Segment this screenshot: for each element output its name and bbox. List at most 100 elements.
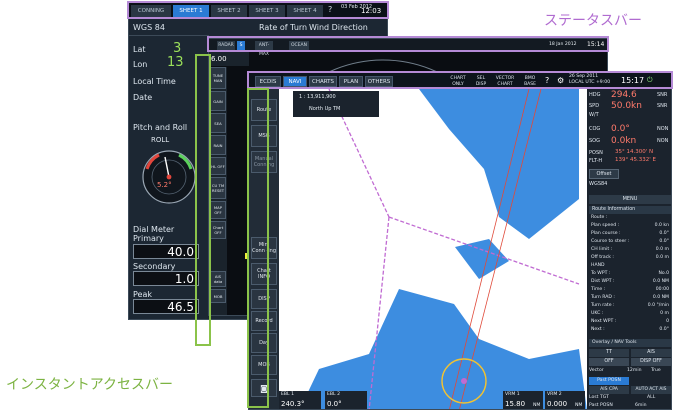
- tab-others[interactable]: OTHERS: [365, 76, 393, 87]
- route-info-row: Plan course : 0.0°: [589, 231, 671, 239]
- rate-of-turn-label: Rate of Turn: [259, 23, 308, 32]
- mob-button[interactable]: MOB: [251, 355, 277, 375]
- peak-label: Peak: [133, 290, 152, 299]
- vrm1[interactable]: VRM 1 15.80 NM: [503, 391, 543, 409]
- orientation: North Up TM: [309, 106, 341, 112]
- ebl1[interactable]: EBL 1 240.3°: [279, 391, 321, 409]
- radar-mode-button[interactable]: RADAR: [217, 41, 235, 50]
- ecdis-window: ECDIS NAVI CHARTS PLAN OTHERS CHART ONLY…: [248, 72, 672, 410]
- radar-mob-button[interactable]: MOB: [210, 289, 226, 303]
- chart-area[interactable]: [279, 89, 587, 410]
- radar-date: 18 Jan 2012: [549, 42, 577, 47]
- vector-chart-button[interactable]: VECTOR CHART: [493, 75, 517, 88]
- ais-button[interactable]: AIS: [631, 349, 671, 357]
- offset-button[interactable]: Offset: [589, 169, 619, 179]
- rain-button[interactable]: RAIN: [210, 135, 226, 155]
- gain-button[interactable]: GAIN: [210, 91, 226, 111]
- day-button[interactable]: Day: [251, 333, 277, 353]
- ant-max-button[interactable]: ANT-MAX: [255, 41, 273, 57]
- ecdis-date: 26 Sep 2011: [569, 74, 599, 79]
- radar-time: 15:14: [587, 41, 605, 48]
- wt-row: W/T: [589, 112, 599, 118]
- msg-button[interactable]: MSG: [251, 125, 277, 147]
- route-info-value: 0 m: [660, 311, 669, 316]
- vrm2[interactable]: VRM 2 0.000 NM: [545, 391, 585, 409]
- route-info-value: 0.0°: [659, 239, 669, 244]
- tab-plan[interactable]: PLAN: [339, 76, 363, 87]
- ais-cpa-button[interactable]: AIS CPA: [589, 386, 629, 394]
- tab-sheet-4[interactable]: SHEET 4: [287, 5, 323, 17]
- hl-off-button[interactable]: HL OFF: [210, 157, 226, 175]
- route-info-value: 0.0°: [659, 327, 669, 332]
- route-info-row: Route :: [589, 215, 671, 223]
- help-icon[interactable]: ?: [545, 76, 549, 85]
- menu-button[interactable]: MENU: [589, 195, 671, 204]
- route-info-row: Next : 0.0°: [589, 327, 671, 335]
- ocean-button[interactable]: OCEAN: [289, 41, 309, 50]
- route-info-title: Route Information: [589, 206, 671, 214]
- sel-disp-button[interactable]: SEL DISP: [473, 75, 489, 88]
- route-info-key: HAND: [591, 263, 605, 268]
- date-label: Date: [133, 93, 153, 102]
- lon-label: Lon: [133, 60, 148, 69]
- roll-gauge: [142, 150, 196, 204]
- tab-navi[interactable]: NAVI: [283, 76, 307, 87]
- roll-label: ROLL: [151, 136, 170, 144]
- route-info-row: UKC : 0 m: [589, 311, 671, 319]
- record-button[interactable]: Record: [251, 311, 277, 331]
- tab-charts[interactable]: CHARTS: [309, 76, 337, 87]
- secondary-value: 1.0: [133, 271, 199, 286]
- auto-act-button[interactable]: AUTO ACT AIS: [631, 386, 671, 394]
- help-icon[interactable]: ?: [328, 5, 332, 14]
- disp-off-button[interactable]: DISP OFF: [631, 358, 671, 366]
- route-info-row: Off track : 0.0 m: [589, 255, 671, 263]
- roll-value: 5.2°: [157, 181, 172, 189]
- chart-off-button[interactable]: Chart OFF: [210, 221, 226, 239]
- route-info-value: 0.0°: [659, 231, 669, 236]
- tab-sheet-3[interactable]: SHEET 3: [249, 5, 285, 17]
- tab-ecdis[interactable]: ECDIS: [255, 76, 281, 87]
- off-button[interactable]: OFF: [589, 358, 629, 366]
- route-info-row: Next WPT : 0: [589, 319, 671, 327]
- datum-value: WGS84: [589, 181, 608, 187]
- route-button[interactable]: Route: [251, 99, 277, 121]
- tab-sheet-2[interactable]: SHEET 2: [211, 5, 247, 17]
- sea-button[interactable]: SEA: [210, 113, 226, 133]
- tt-button[interactable]: TT: [589, 349, 629, 357]
- sog-row: SOG 0.0kn NON: [589, 136, 669, 146]
- manual-conning-button[interactable]: Manual Conning: [251, 151, 277, 173]
- cu-tm-reset-button[interactable]: CU TM RESET: [210, 177, 226, 199]
- ecdis-time: 15:17: [621, 76, 645, 85]
- tab-conning[interactable]: CONNING: [131, 5, 171, 17]
- past-posn-button[interactable]: Past POSN: [589, 377, 629, 385]
- route-info-key: To WPT :: [591, 271, 611, 276]
- radar-status-bar: RADAR S ANT-MAX OCEAN 18 Jan 2012 15:14: [209, 39, 607, 57]
- ebl2[interactable]: EBL 2 0.0°: [325, 391, 367, 409]
- ecdis-status-bar: ECDIS NAVI CHARTS PLAN OTHERS CHART ONLY…: [249, 73, 671, 89]
- disp-button[interactable]: DISP: [251, 289, 277, 309]
- ais-data-button[interactable]: AIS data: [210, 271, 226, 287]
- conning-status-bar: CONNING SHEET 1 SHEET 2 SHEET 3 SHEET 4 …: [129, 3, 387, 19]
- route-info-value: 0.0 °/min: [647, 303, 669, 308]
- route-info-value: 0.0 kn: [654, 223, 669, 228]
- pitch-roll-label: Pitch and Roll: [133, 123, 188, 132]
- flt-row: FLT-H 139° 45.332' E: [589, 157, 656, 164]
- chart-only-button[interactable]: CHART ONLY: [447, 75, 469, 88]
- route-info-row: Turn RAD : 0.0 NM: [589, 295, 671, 303]
- settings-gear-icon[interactable]: ⚙: [557, 76, 564, 85]
- route-info-row: HAND: [589, 263, 671, 271]
- tab-sheet-1[interactable]: SHEET 1: [173, 5, 209, 17]
- chart-info-button[interactable]: Chart INFO: [251, 263, 277, 285]
- band-button[interactable]: S: [237, 41, 245, 50]
- conning-time: 12:03: [361, 7, 382, 15]
- route-info-key: Route :: [591, 215, 608, 220]
- mini-conning-button[interactable]: Mini Conn -ing: [251, 237, 277, 259]
- cog-row: COG 0.0° NON: [589, 124, 669, 134]
- route-info-row: To WPT : No.0: [589, 271, 671, 279]
- bmo-base-button[interactable]: BMO BASE: [521, 75, 539, 88]
- map-off-button[interactable]: MAP OFF: [210, 201, 226, 219]
- route-info-row: CH limit : 0.0 m: [589, 247, 671, 255]
- secondary-label: Secondary: [133, 262, 176, 271]
- camera-icon[interactable]: ◙: [251, 379, 277, 397]
- tune-button[interactable]: TUNE MAN: [210, 67, 226, 89]
